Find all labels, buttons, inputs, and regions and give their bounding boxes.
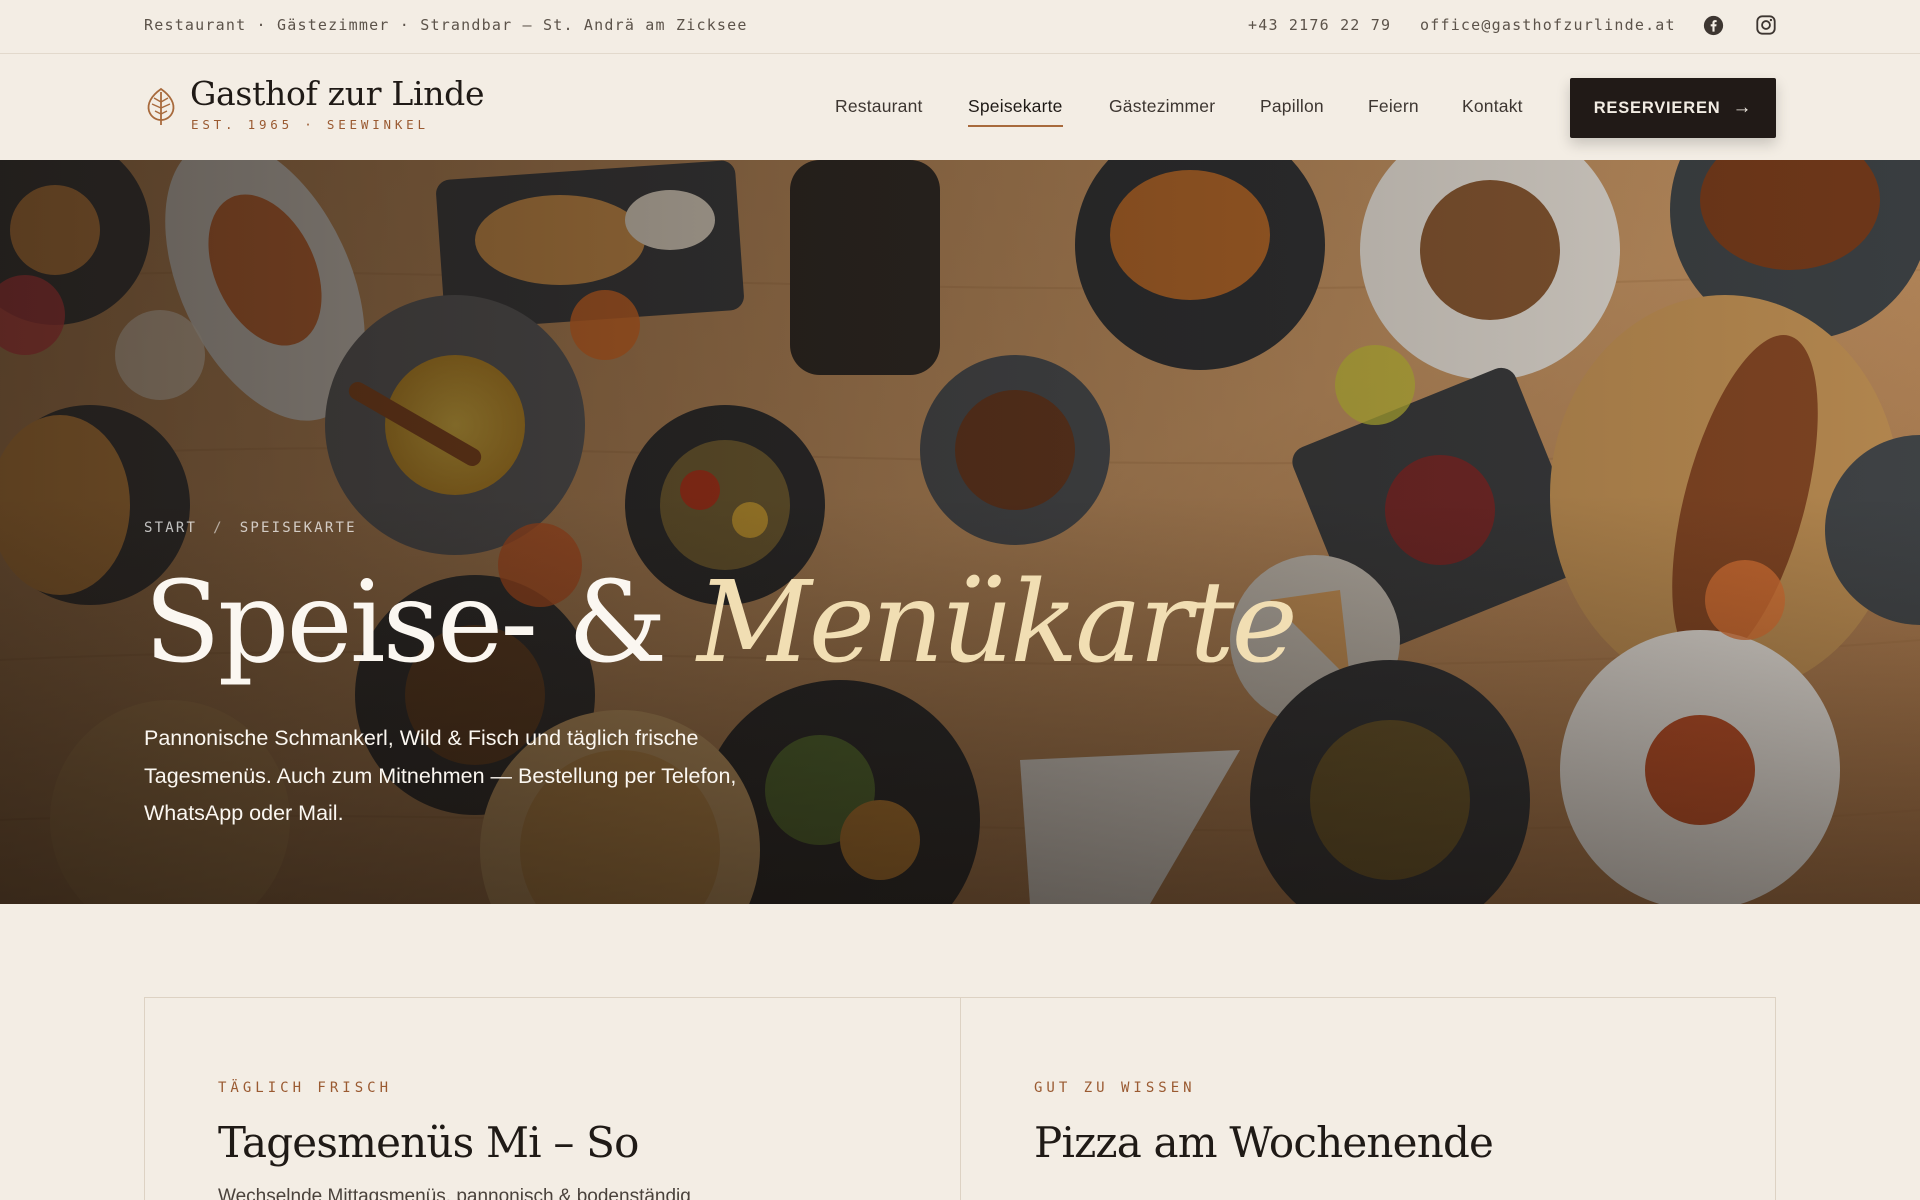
reserve-button[interactable]: RESERVIEREN →: [1570, 78, 1776, 138]
utility-bar: Restaurant · Gästezimmer · Strandbar — S…: [0, 0, 1920, 54]
page-title-main: Speise- &: [144, 558, 667, 688]
hero-banner: START / SPEISEKARTE Speise- & Menükarte …: [0, 160, 1920, 904]
nav-item-papillon[interactable]: Papillon: [1260, 96, 1324, 117]
card-text: Wechselnde Mittagsmenüs, pannonisch & bo…: [218, 1186, 691, 1200]
nav-item-gaestezimmer[interactable]: Gästezimmer: [1109, 96, 1215, 117]
breadcrumb-start[interactable]: START: [144, 520, 197, 536]
email-link[interactable]: office@gasthofzurlinde.at: [1420, 16, 1676, 34]
nav-item-kontakt[interactable]: Kontakt: [1462, 96, 1523, 117]
card-title: Pizza am Wochenende: [1034, 1118, 1494, 1167]
card-pizza: GUT ZU WISSEN Pizza am Wochenende: [960, 998, 1775, 1200]
nav-item-restaurant[interactable]: Restaurant: [835, 96, 923, 117]
breadcrumb-current: SPEISEKARTE: [239, 520, 357, 536]
card-eyebrow: GUT ZU WISSEN: [1034, 1080, 1196, 1096]
utility-tagline: Restaurant · Gästezimmer · Strandbar — S…: [144, 16, 748, 34]
card-eyebrow: TÄGLICH FRISCH: [218, 1080, 393, 1096]
breadcrumb: START / SPEISEKARTE: [144, 520, 357, 536]
phone-link[interactable]: +43 2176 22 79: [1248, 16, 1391, 34]
page-title-accent: Menükarte: [697, 558, 1298, 688]
site-header: Gasthof zur Linde EST. 1965 · SEEWINKEL …: [0, 54, 1920, 160]
breadcrumb-separator: /: [213, 520, 224, 536]
nav-item-feiern[interactable]: Feiern: [1368, 96, 1419, 117]
page-title: Speise- & Menükarte: [144, 556, 1298, 690]
reserve-button-label: RESERVIEREN: [1593, 98, 1721, 117]
hero-lead: Pannonische Schmankerl, Wild & Fisch und…: [144, 726, 737, 825]
logo-wordmark[interactable]: Gasthof zur Linde: [190, 74, 485, 113]
linden-leaf-icon[interactable]: [144, 86, 178, 126]
instagram-icon[interactable]: [1755, 14, 1777, 36]
logo-tagline: EST. 1965 · SEEWINKEL: [191, 117, 429, 132]
info-cards: TÄGLICH FRISCH Tagesmenüs Mi – So Wechse…: [144, 997, 1776, 1200]
arrow-right-icon: →: [1732, 97, 1753, 118]
card-title: Tagesmenüs Mi – So: [218, 1118, 639, 1167]
facebook-icon[interactable]: [1703, 15, 1724, 36]
nav-item-speisekarte[interactable]: Speisekarte: [968, 96, 1063, 127]
card-tagesmenues: TÄGLICH FRISCH Tagesmenüs Mi – So Wechse…: [145, 998, 960, 1200]
